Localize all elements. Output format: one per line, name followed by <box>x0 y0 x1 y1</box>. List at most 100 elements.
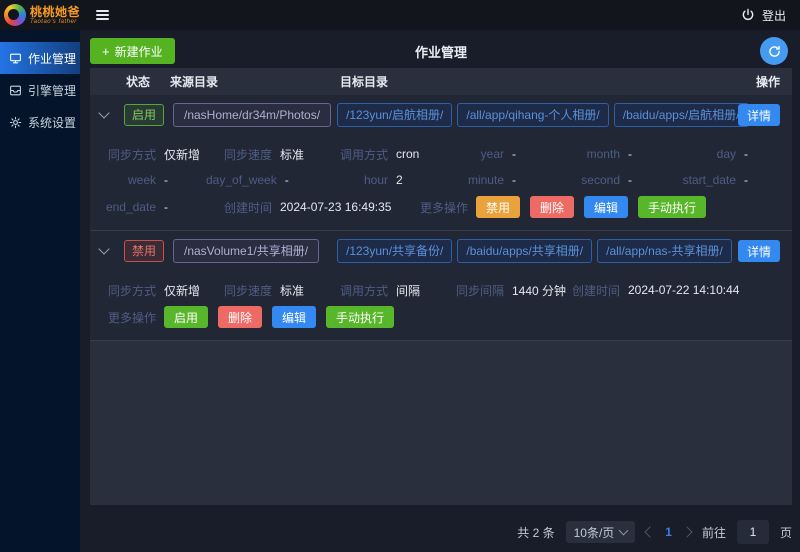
detail-label: month <box>554 147 620 161</box>
header-actions: 操作 <box>720 73 792 90</box>
prev-page-button[interactable] <box>645 526 656 537</box>
detail-label: minute <box>438 173 504 187</box>
detail-value: 间隔 <box>396 282 420 299</box>
detail-label: second <box>554 173 620 187</box>
pagination: 共 2 条 10条/页 1 前往 页 <box>517 520 792 544</box>
detail-label: year <box>438 147 504 161</box>
next-page-button[interactable] <box>681 526 692 537</box>
toolbar: + 新建作业 作业管理 <box>90 36 792 66</box>
page-title: 作业管理 <box>90 42 792 61</box>
new-job-button[interactable]: + 新建作业 <box>90 38 175 64</box>
detail-value: 标准 <box>280 146 304 163</box>
detail-value: 标准 <box>280 282 304 299</box>
detail-value: 2 <box>396 173 403 187</box>
row-details: 同步方式仅新增 同步速度标准 调用方式cron year- month- day… <box>90 135 792 231</box>
power-icon[interactable] <box>741 8 755 22</box>
detail-label: 同步速度 <box>206 282 272 299</box>
delete-button[interactable]: 删除 <box>218 306 262 328</box>
detail-value: cron <box>396 147 419 161</box>
topbar: 桃桃她爸 Taotao's father 登出 <box>0 0 800 30</box>
sidebar-item-engines[interactable]: 引擎管理 <box>0 74 80 106</box>
manual-run-button[interactable]: 手动执行 <box>638 196 706 218</box>
detail-value: 2024-07-22 14:10:44 <box>628 283 739 297</box>
detail-label: 同步方式 <box>90 146 156 163</box>
chevron-down-icon[interactable] <box>98 107 109 118</box>
detail-label: 更多操作 <box>402 199 468 216</box>
detail-label: 创建时间 <box>554 282 620 299</box>
goto-label: 前往 <box>702 524 726 541</box>
detail-label: 创建时间 <box>206 199 272 216</box>
new-job-label: 新建作业 <box>115 43 163 60</box>
sidebar-item-jobs[interactable]: 作业管理 <box>0 42 80 74</box>
table-header-row: 状态 来源目录 目标目录 操作 <box>90 68 792 95</box>
edit-button[interactable]: 编辑 <box>272 306 316 328</box>
target-dir-tag: /baidu/apps/共享相册/ <box>457 239 592 263</box>
detail-label: day_of_week <box>206 173 277 187</box>
enable-button[interactable]: 启用 <box>164 306 208 328</box>
target-dir-tag: /all/app/nas-共享相册/ <box>597 239 732 263</box>
sidebar-item-label: 作业管理 <box>28 50 76 67</box>
refresh-icon <box>768 45 781 58</box>
detail-label: 更多操作 <box>90 309 156 326</box>
brand-logo: 桃桃她爸 Taotao's father <box>0 0 80 30</box>
detail-value: - <box>285 173 289 187</box>
detail-value: - <box>628 173 632 187</box>
brand-logo-icon <box>4 4 26 26</box>
detail-label: 同步间隔 <box>438 282 504 299</box>
target-dir-tag: /all/app/qihang-个人相册/ <box>457 103 608 127</box>
brand-subtitle: Taotao's father <box>30 19 80 25</box>
header-target: 目标目录 <box>335 73 720 90</box>
detail-label: end_date <box>90 200 156 214</box>
engine-icon <box>9 84 22 97</box>
detail-value: - <box>512 147 516 161</box>
detail-button[interactable]: 详情 <box>738 240 780 262</box>
page-size-value: 10条/页 <box>574 524 615 541</box>
table-body: 启用 /nasHome/dr34m/Photos/ /123yun/启航相册/ … <box>90 95 792 341</box>
source-dir-tag: /nasHome/dr34m/Photos/ <box>173 103 331 127</box>
detail-label: 调用方式 <box>322 146 388 163</box>
sidebar-item-settings[interactable]: 系统设置 <box>0 106 80 138</box>
source-dir-tag: /nasVolume1/共享相册/ <box>173 239 319 263</box>
detail-label: hour <box>322 173 388 187</box>
logout-button[interactable]: 登出 <box>762 7 786 24</box>
page-size-select[interactable]: 10条/页 <box>566 521 636 543</box>
gear-icon <box>9 116 22 129</box>
target-dir-tag: /123yun/启航相册/ <box>337 103 452 127</box>
page-number[interactable]: 1 <box>665 525 672 539</box>
detail-value: - <box>628 147 632 161</box>
detail-value: - <box>164 173 168 187</box>
sidebar-item-label: 引擎管理 <box>28 82 76 99</box>
pagination-total: 共 2 条 <box>517 524 554 541</box>
edit-button[interactable]: 编辑 <box>584 196 628 218</box>
goto-page-input[interactable] <box>737 520 769 544</box>
chevron-down-icon[interactable] <box>98 243 109 254</box>
jobs-table-panel: 状态 来源目录 目标目录 操作 启用 /nasHome/dr34m/Photos… <box>90 68 792 505</box>
detail-label: week <box>90 173 156 187</box>
detail-value: 仅新增 <box>164 146 200 163</box>
monitor-icon <box>9 52 22 65</box>
table-row: 禁用 /nasVolume1/共享相册/ /123yun/共享备份/ /baid… <box>90 231 792 271</box>
detail-value: - <box>512 173 516 187</box>
detail-value: - <box>744 147 748 161</box>
detail-button[interactable]: 详情 <box>738 104 780 126</box>
header-source: 来源目录 <box>168 73 335 90</box>
header-status: 状态 <box>118 73 168 90</box>
detail-label: start_date <box>670 173 736 187</box>
detail-label: 调用方式 <box>322 282 388 299</box>
disable-button[interactable]: 禁用 <box>476 196 520 218</box>
detail-label: day <box>670 147 736 161</box>
sidebar: 作业管理 引擎管理 系统设置 <box>0 30 80 552</box>
row-details: 同步方式仅新增 同步速度标准 调用方式间隔 同步间隔1440 分钟 创建时间20… <box>90 271 792 341</box>
detail-label: 同步方式 <box>90 282 156 299</box>
status-badge: 启用 <box>124 104 164 126</box>
detail-label: 同步速度 <box>206 146 272 163</box>
manual-run-button[interactable]: 手动执行 <box>326 306 394 328</box>
detail-value: 2024-07-23 16:49:35 <box>280 200 391 214</box>
status-badge: 禁用 <box>124 240 164 262</box>
hamburger-menu-icon[interactable] <box>92 6 113 24</box>
refresh-button[interactable] <box>760 37 788 65</box>
delete-button[interactable]: 删除 <box>530 196 574 218</box>
plus-icon: + <box>102 45 110 58</box>
detail-value: - <box>164 200 168 214</box>
sidebar-item-label: 系统设置 <box>28 114 76 131</box>
